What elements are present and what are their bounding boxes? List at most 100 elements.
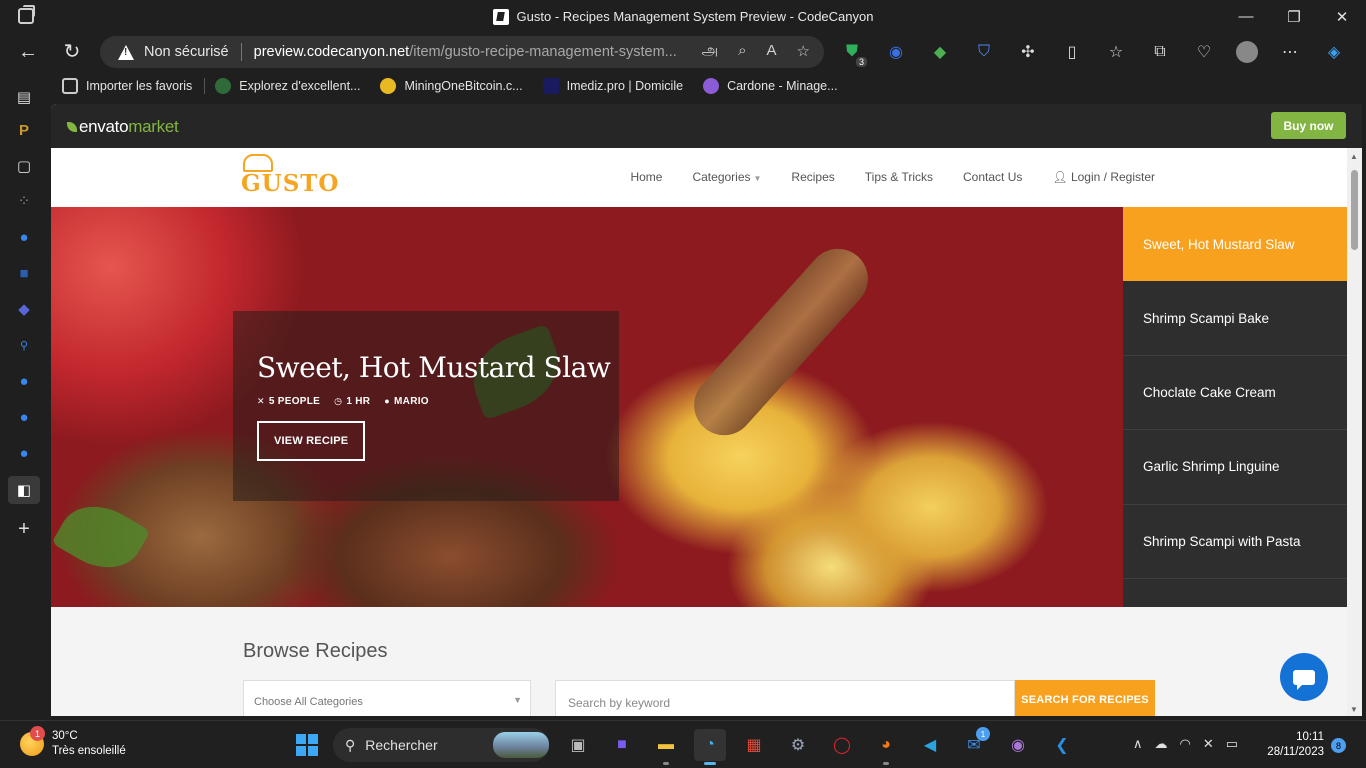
address-bar[interactable]: Non sécurisé preview.codecanyon.net /ite… [100,36,824,68]
tabs-panel-icon[interactable]: ▤ [14,87,34,107]
search-app-icon[interactable]: ⚲ [14,335,34,355]
chevron-up-icon[interactable]: ∧ [1133,736,1143,752]
weather-text: 30°C Très ensoleillé [52,729,126,759]
hero-title: Sweet, Hot Mustard Slaw [257,351,611,384]
category-select[interactable]: Choose All Categories ▼ [243,680,531,716]
shield-extension-icon[interactable]: ⛊ 3 [840,40,867,67]
apple-app-icon-4[interactable]: ● [14,443,34,463]
system-clock[interactable]: 10:11 28/11/2023 [1262,730,1324,760]
add-app-icon[interactable]: + [14,518,34,540]
profile-avatar[interactable] [1236,41,1258,63]
window-controls: — ❐ ✕ [1222,0,1366,33]
settings-gear-icon[interactable]: ⚙ [782,729,814,761]
extensions-puzzle-icon[interactable]: ✣ [1016,40,1040,64]
servings-meta: ✕ 5 PEOPLE [257,396,320,407]
envato-market-text: market [128,117,179,136]
nav-categories[interactable]: Categories ▼ [692,170,761,184]
mail-icon[interactable]: ✉ 1 [958,727,990,761]
favorite-label: Cardone - Minage... [727,79,838,93]
split-screen-icon[interactable]: ▯ [1060,40,1084,64]
wifi-icon[interactable]: ◠ [1180,736,1191,752]
apple-app-icon-2[interactable]: ● [14,371,34,391]
favorite-imediz[interactable]: Imediz.pro | Domicile [542,78,683,94]
page-scrollbar[interactable]: ▲ ▼ [1347,148,1362,716]
nav-tips-tricks[interactable]: Tips & Tricks [865,170,933,184]
reload-icon[interactable]: ↻ [61,41,83,63]
edge-icon[interactable]: ◔ [694,729,726,765]
globe-extension-icon[interactable]: ◆ [928,40,952,64]
p-app-icon[interactable]: P [14,120,34,140]
read-aloud-icon[interactable]: அ [701,42,718,61]
side-recipe-item[interactable]: Garlic Shrimp Linguine [1123,430,1347,505]
security-label[interactable]: Non sécurisé [144,44,229,60]
favorites-icon[interactable]: ☆ [1104,40,1128,64]
scrollbar-thumb[interactable] [1351,170,1358,250]
circle-extension-icon[interactable]: ◉ [884,40,908,64]
hero-slider[interactable]: Sweet, Hot Mustard Slaw ✕ 5 PEOPLE ◷ 1 HR … [51,207,1123,607]
firefox-icon[interactable]: ◕ [870,729,902,765]
side-recipe-item[interactable]: Choclate Cake Cream [1123,356,1347,431]
view-recipe-button[interactable]: VIEW RECIPE [257,421,366,461]
side-recipe-item[interactable]: Sweet, Hot Mustard Slaw [1123,207,1347,282]
cloud-icon[interactable]: ☁ [1155,736,1168,752]
servings-text: 5 PEOPLE [268,396,321,407]
chat-icon [1293,669,1315,690]
start-button[interactable] [296,734,318,756]
side-recipe-item[interactable]: Shrimp Scampi Bake [1123,281,1347,356]
taskbar-search[interactable]: ⚲ Rechercher [333,728,549,762]
immersive-reader-icon[interactable]: A [767,42,777,61]
buy-now-button[interactable]: Buy now [1271,112,1346,139]
nav-home[interactable]: Home [630,170,662,184]
system-tray: ∧ ☁ ◠ ✕ ▭ [1133,736,1238,752]
codecanyon-app-icon[interactable]: ◧ [8,476,40,504]
chat-widget-button[interactable] [1280,653,1328,701]
health-icon[interactable]: ♡ [1192,40,1216,64]
opera-icon[interactable]: ◯ [826,729,858,761]
favorite-import[interactable]: Importer les favoris [62,78,192,94]
back-arrow-icon[interactable]: ← [17,41,39,63]
search-recipes-button[interactable]: SEARCH FOR RECIPES [1015,680,1155,716]
hero-image-spoon [681,236,881,448]
gusto-logo-text: GUSTO [241,170,340,197]
blue-app-icon[interactable]: ■ [14,263,34,283]
battery-icon[interactable]: ▭ [1226,736,1238,752]
apple-app-icon[interactable]: ● [14,227,34,247]
minimize-icon[interactable]: — [1222,0,1270,33]
volume-muted-icon[interactable]: ✕ [1203,736,1214,752]
telegram-icon[interactable]: ◀ [914,729,946,761]
restore-icon[interactable]: ❐ [1270,0,1318,33]
apple-app-icon-3[interactable]: ● [14,407,34,427]
github-icon[interactable]: ◉ [1002,729,1034,761]
teams-icon[interactable]: ■ [606,729,638,761]
weather-widget[interactable]: 1 30°C Très ensoleillé [20,726,126,759]
scroll-up-icon[interactable]: ▲ [1350,152,1358,161]
zoom-icon[interactable]: ⌕ [738,42,746,61]
vscode-icon[interactable]: ❮ [1046,729,1078,761]
keyword-search-input[interactable]: Search by keyword [555,680,1015,716]
favorite-miningonebitcoin[interactable]: MiningOneBitcoin.c... [380,78,523,94]
copilot-icon[interactable]: ◈ [1322,40,1346,64]
nav-login-register[interactable]: 👤︎ Login / Register [1052,170,1155,184]
nav-contact-us[interactable]: Contact Us [963,170,1022,184]
h-extension-icon[interactable]: ⛉ [972,40,996,64]
file-explorer-icon[interactable]: ▬ [650,729,682,765]
gusto-logo[interactable]: GUSTO [241,154,339,197]
search-highlight-image [493,732,549,758]
notification-badge[interactable]: 8 [1331,738,1346,753]
dots-app-icon[interactable]: ⁘ [14,191,34,211]
envato-market-logo[interactable]: envatomarket [67,117,179,137]
favorite-cardone[interactable]: Cardone - Minage... [703,78,838,94]
task-view-icon[interactable]: ▣ [562,729,594,761]
scroll-down-icon[interactable]: ▼ [1350,705,1358,714]
collections-icon[interactable]: ⧉ [1148,40,1172,64]
document-icon[interactable]: ▢ [14,156,34,176]
nav-recipes[interactable]: Recipes [791,170,834,184]
envato-topbar: envatomarket Buy now [51,104,1362,148]
more-menu-icon[interactable]: ⋯ [1278,40,1302,64]
layers-app-icon[interactable]: ◆ [14,299,34,319]
close-icon[interactable]: ✕ [1318,0,1366,33]
favorite-star-icon[interactable]: ☆ [797,42,810,61]
store-icon[interactable]: ▦ [738,729,770,761]
side-recipe-item[interactable]: Shrimp Scampi with Pasta [1123,505,1347,579]
favorite-explorez[interactable]: Explorez d'excellent... [215,78,360,94]
